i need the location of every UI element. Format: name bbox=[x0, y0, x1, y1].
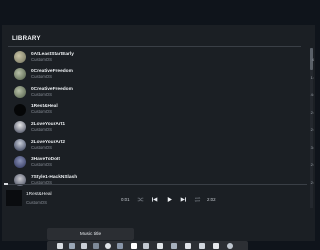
list-item[interactable]: 1Rest&Heal CustomOS bbox=[8, 101, 302, 119]
music-app-window: LIBRARY 0AtLeastStartEarly CustomOS 0Cre… bbox=[2, 25, 315, 241]
duration-label: 3: bbox=[310, 145, 314, 150]
duration-label: 2: bbox=[310, 110, 314, 115]
book-icon[interactable] bbox=[143, 242, 149, 249]
taskbar-tooltip: Music title bbox=[47, 228, 134, 240]
duration-label: 2: bbox=[310, 180, 314, 185]
track-list: 0AtLeastStartEarly CustomOS 0CreativeFre… bbox=[8, 48, 302, 189]
now-playing-art bbox=[6, 190, 22, 206]
list-item[interactable]: 2LoveYourArt2 CustomOS bbox=[8, 136, 302, 154]
duration-label: 4 bbox=[311, 57, 314, 62]
code-icon[interactable] bbox=[81, 242, 87, 249]
repeat-icon[interactable] bbox=[193, 195, 201, 203]
album-art bbox=[14, 103, 26, 116]
skip-back-icon[interactable] bbox=[150, 195, 158, 203]
track-title: 0CreativeFreedom bbox=[31, 86, 73, 92]
list-item[interactable]: 3HaveToDoIt CustomOS bbox=[8, 154, 302, 172]
grid-icon[interactable] bbox=[57, 242, 63, 249]
total-time: 2:02 bbox=[207, 197, 216, 202]
album-art bbox=[14, 68, 26, 81]
skip-forward-icon[interactable] bbox=[179, 195, 187, 203]
calendar-icon[interactable] bbox=[213, 242, 219, 249]
track-artist: CustomOS bbox=[31, 144, 53, 150]
music-icon[interactable] bbox=[131, 242, 137, 249]
track-title: 2LoveYourArt2 bbox=[31, 139, 66, 145]
folder-icon[interactable] bbox=[93, 242, 99, 249]
album-art bbox=[14, 50, 26, 63]
list-item[interactable]: 0CreativeFreedom CustomOS bbox=[8, 66, 302, 84]
video-icon[interactable] bbox=[199, 242, 205, 249]
play-icon[interactable] bbox=[165, 195, 173, 203]
track-artist: CustomOS bbox=[31, 162, 53, 168]
duration-label: 2: bbox=[310, 127, 314, 132]
album-art bbox=[14, 138, 26, 151]
track-artist: CustomOS bbox=[31, 91, 53, 97]
duration-label: 2: bbox=[310, 162, 314, 167]
image-icon[interactable] bbox=[185, 242, 191, 249]
track-title: 7Style1-HackNSlash bbox=[31, 174, 78, 180]
duration-label: 1: bbox=[310, 75, 314, 80]
album-art bbox=[14, 156, 26, 169]
now-playing-bar: 1Rest&Heal CustomOS 0:01 2:02 bbox=[2, 187, 315, 211]
divider bbox=[8, 46, 301, 47]
elapsed-time: 0:01 bbox=[121, 197, 130, 202]
track-artist: CustomOS bbox=[31, 126, 53, 132]
globe-icon[interactable] bbox=[227, 242, 233, 249]
settings-icon[interactable] bbox=[157, 242, 163, 249]
now-playing-artist: CustomOS bbox=[26, 200, 48, 205]
list-item[interactable]: 0CreativeFreedom CustomOS bbox=[8, 83, 302, 101]
list-item[interactable]: 0AtLeastStartEarly CustomOS bbox=[8, 48, 302, 66]
list-item[interactable]: 2LoveYourArt1 CustomOS bbox=[8, 118, 302, 136]
track-title: 0AtLeastStartEarly bbox=[31, 51, 74, 57]
tools-icon[interactable] bbox=[117, 242, 123, 249]
album-art bbox=[14, 85, 26, 98]
taskbar bbox=[47, 241, 248, 250]
track-artist: CustomOS bbox=[31, 56, 53, 62]
store-icon[interactable] bbox=[171, 242, 177, 249]
album-art bbox=[14, 121, 26, 134]
progress-bar[interactable] bbox=[8, 184, 307, 185]
library-heading: LIBRARY bbox=[12, 35, 41, 42]
track-artist: CustomOS bbox=[31, 109, 53, 115]
terminal-icon[interactable] bbox=[69, 242, 75, 249]
shuffle-icon[interactable] bbox=[136, 195, 144, 203]
track-artist: CustomOS bbox=[31, 74, 53, 80]
duration-label: 4: bbox=[310, 92, 314, 97]
now-playing-title: 1Rest&Heal bbox=[26, 192, 52, 197]
chat-icon[interactable] bbox=[105, 242, 111, 249]
